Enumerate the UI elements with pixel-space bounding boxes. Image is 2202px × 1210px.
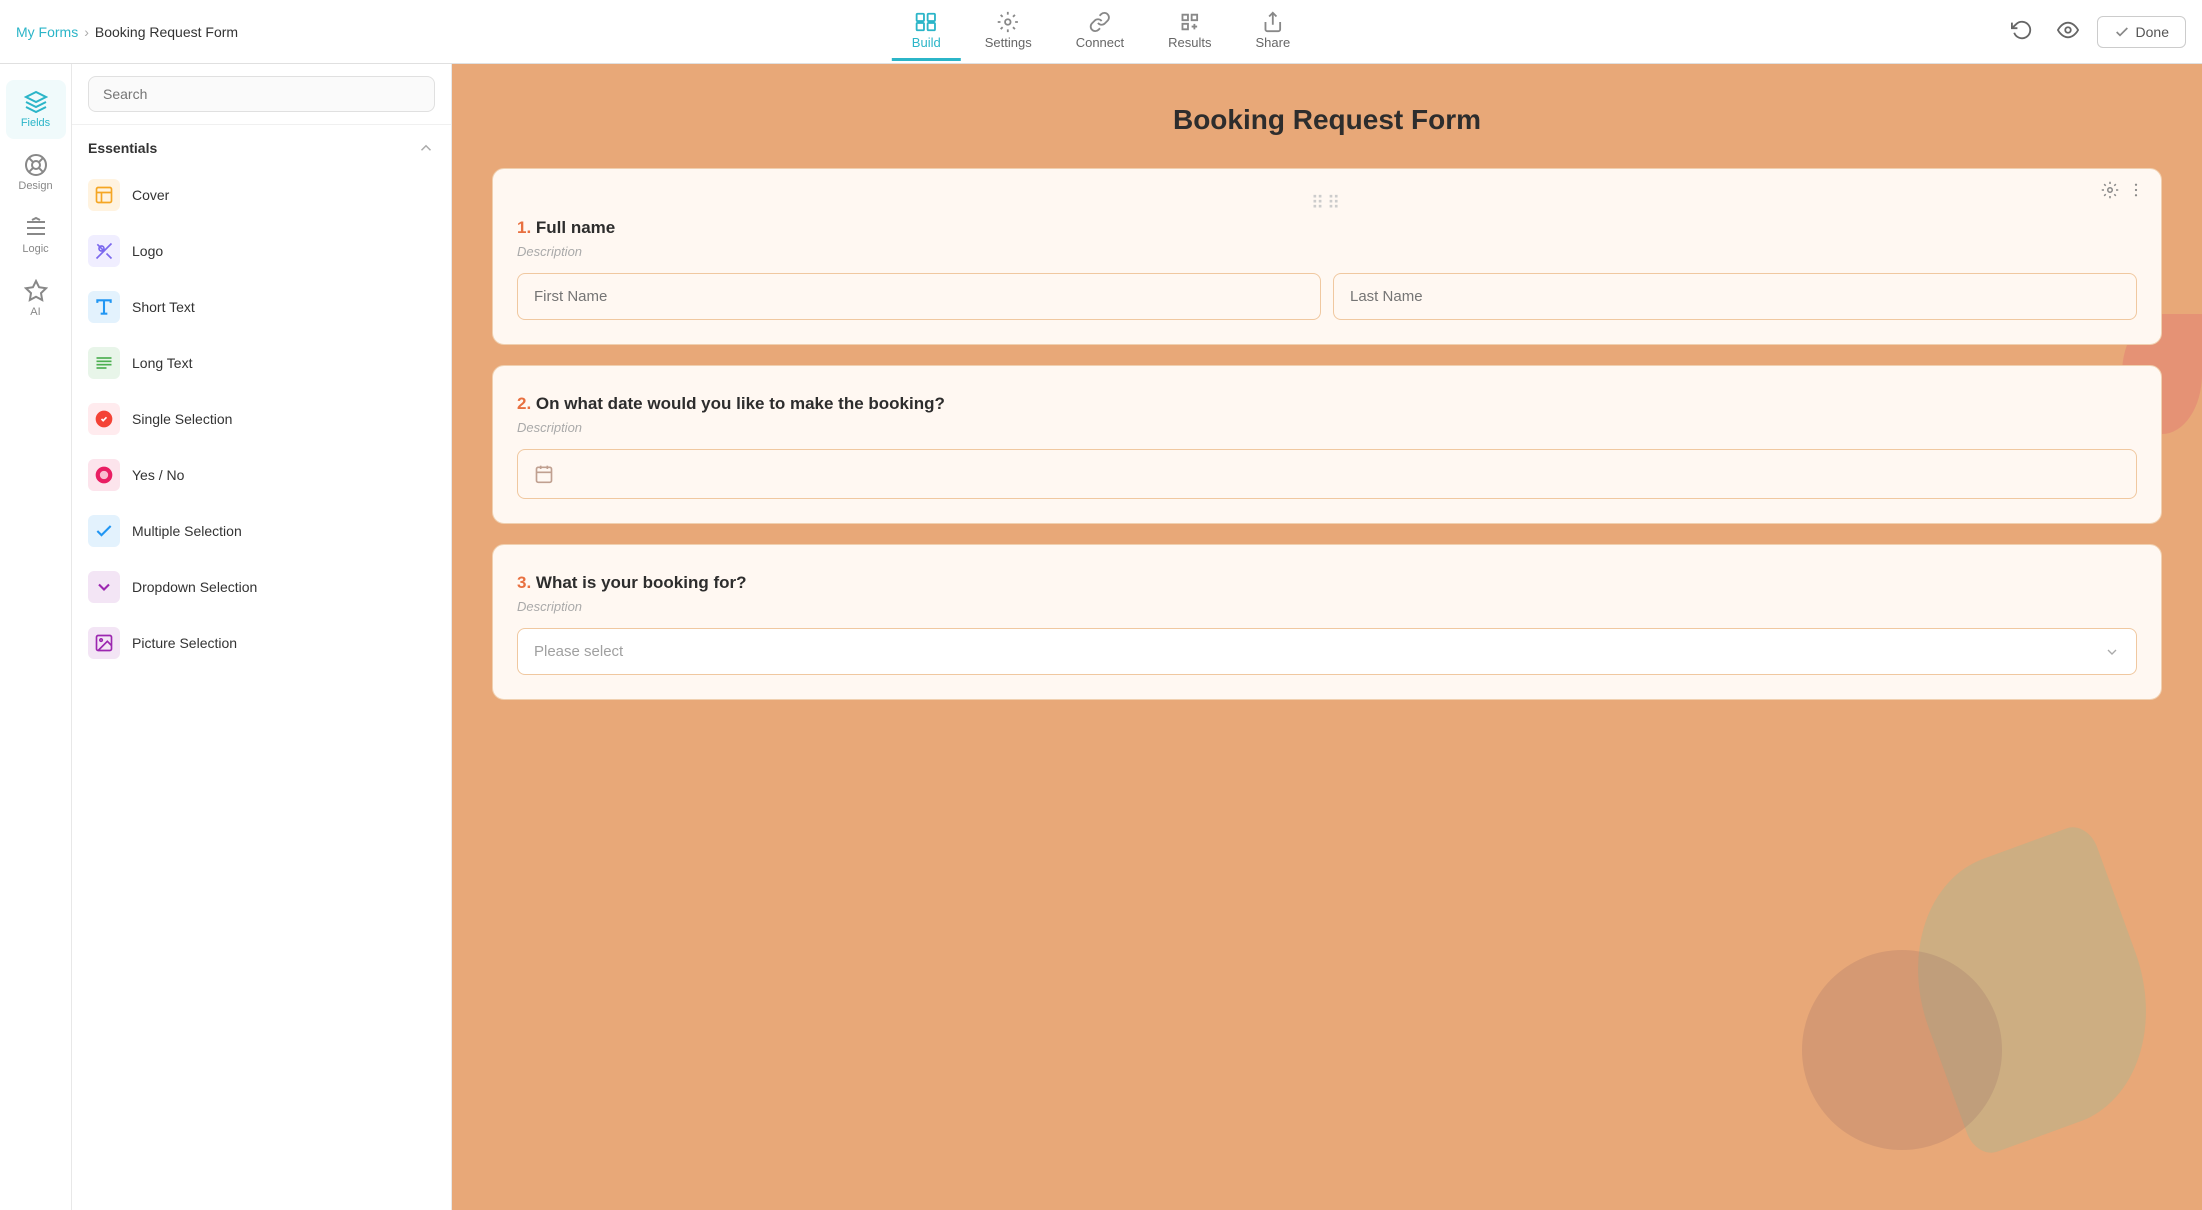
collapse-icon[interactable] bbox=[417, 139, 435, 157]
tab-share[interactable]: Share bbox=[1235, 3, 1310, 61]
form-title: Booking Request Form bbox=[492, 104, 2162, 136]
single-selection-icon bbox=[88, 403, 120, 435]
question-3-label: 3. What is your booking for? bbox=[517, 573, 2137, 593]
fields-search-container bbox=[72, 64, 451, 125]
essentials-header: Essentials bbox=[72, 125, 451, 167]
history-button[interactable] bbox=[2005, 13, 2039, 50]
question-2-label: 2. On what date would you like to make t… bbox=[517, 394, 2137, 414]
picture-selection-icon bbox=[88, 627, 120, 659]
card-1-more-button[interactable] bbox=[2127, 181, 2145, 204]
question-1-description: Description bbox=[517, 244, 2137, 259]
breadcrumb: My Forms › Booking Request Form bbox=[16, 24, 238, 40]
tab-results[interactable]: Results bbox=[1148, 3, 1231, 61]
field-item-yes-no[interactable]: Yes / No bbox=[72, 447, 451, 503]
fields-list: Essentials Cover bbox=[72, 125, 451, 1210]
card-1-actions bbox=[2101, 181, 2145, 204]
sidebar-icons: Fields Design Logic bbox=[0, 64, 72, 1210]
header-actions: Done bbox=[2005, 13, 2186, 50]
breadcrumb-separator: › bbox=[84, 24, 89, 40]
main-layout: Fields Design Logic bbox=[0, 64, 2202, 1210]
sidebar-item-fields[interactable]: Fields bbox=[6, 80, 66, 139]
dropdown-input[interactable]: Please select bbox=[517, 628, 2137, 675]
question-1-number: 1. bbox=[517, 218, 536, 237]
top-header: My Forms › Booking Request Form Build Se… bbox=[0, 0, 2202, 64]
question-2-description: Description bbox=[517, 420, 2137, 435]
short-text-icon bbox=[88, 291, 120, 323]
field-item-picture-selection[interactable]: Picture Selection bbox=[72, 615, 451, 671]
dropdown-selection-icon bbox=[88, 571, 120, 603]
search-input[interactable] bbox=[88, 76, 435, 112]
name-fields bbox=[517, 273, 2137, 320]
field-item-single-selection[interactable]: Single Selection bbox=[72, 391, 451, 447]
breadcrumb-home[interactable]: My Forms bbox=[16, 24, 78, 40]
question-1-label: 1. Full name bbox=[517, 218, 2137, 238]
date-input[interactable] bbox=[517, 449, 2137, 499]
sidebar-item-ai[interactable]: AI bbox=[6, 269, 66, 328]
field-item-multiple-selection[interactable]: Multiple Selection bbox=[72, 503, 451, 559]
field-item-dropdown-selection[interactable]: Dropdown Selection bbox=[72, 559, 451, 615]
first-name-input[interactable] bbox=[517, 273, 1321, 320]
form-preview: Booking Request Form ⠿⠿ 1. Full name bbox=[452, 64, 2202, 1210]
fields-panel: Essentials Cover bbox=[72, 64, 452, 1210]
tab-connect[interactable]: Connect bbox=[1056, 3, 1144, 61]
cover-icon bbox=[88, 179, 120, 211]
field-item-short-text[interactable]: Short Text bbox=[72, 279, 451, 335]
field-item-long-text[interactable]: Long Text bbox=[72, 335, 451, 391]
yes-no-icon bbox=[88, 459, 120, 491]
field-item-cover[interactable]: Cover bbox=[72, 167, 451, 223]
last-name-input[interactable] bbox=[1333, 273, 2137, 320]
question-2-card: 2. On what date would you like to make t… bbox=[492, 365, 2162, 524]
question-3-card: 3. What is your booking for? Description… bbox=[492, 544, 2162, 700]
drag-handle-q1[interactable]: ⠿⠿ bbox=[1311, 193, 1343, 214]
breadcrumb-form: Booking Request Form bbox=[95, 24, 238, 40]
field-item-logo[interactable]: Logo bbox=[72, 223, 451, 279]
card-1-settings-button[interactable] bbox=[2101, 181, 2119, 204]
multiple-selection-icon bbox=[88, 515, 120, 547]
sidebar-item-design[interactable]: Design bbox=[6, 143, 66, 202]
long-text-icon bbox=[88, 347, 120, 379]
preview-button[interactable] bbox=[2051, 13, 2085, 50]
logo-icon bbox=[88, 235, 120, 267]
tab-build[interactable]: Build bbox=[892, 3, 961, 61]
nav-tabs: Build Settings Connect Results bbox=[892, 3, 1310, 61]
question-1-card: ⠿⠿ 1. Full name Description bbox=[492, 168, 2162, 345]
tab-settings[interactable]: Settings bbox=[965, 3, 1052, 61]
sidebar-item-logic[interactable]: Logic bbox=[6, 206, 66, 265]
question-3-description: Description bbox=[517, 599, 2137, 614]
done-button[interactable]: Done bbox=[2097, 16, 2186, 48]
